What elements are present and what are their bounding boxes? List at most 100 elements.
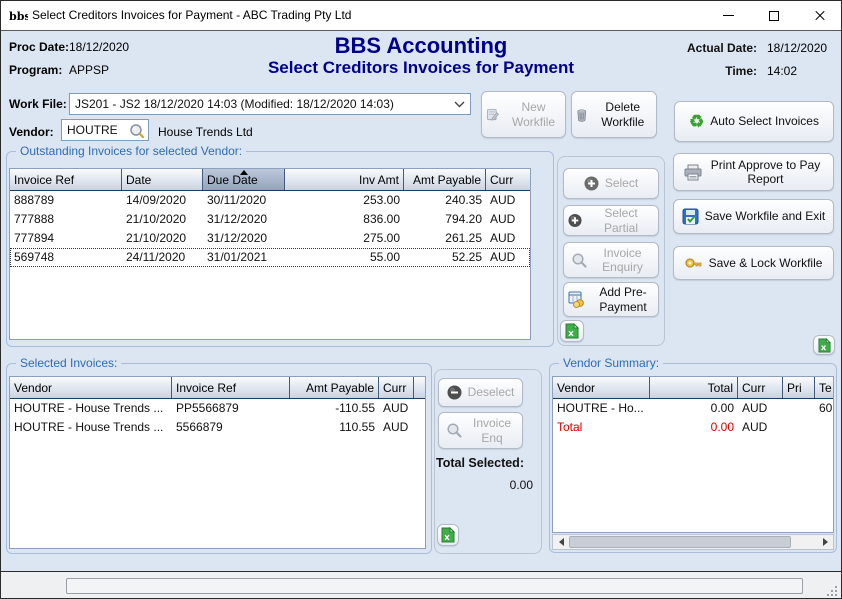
actual-date-value: 18/12/2020 (767, 41, 827, 55)
actual-date-label: Actual Date: (651, 41, 757, 55)
scroll-right-arrow-icon[interactable] (817, 535, 833, 549)
workfile-combobox[interactable]: JS201 - JS2 18/12/2020 14:03 (Modified: … (69, 93, 471, 115)
cell-due: 30/11/2020 (203, 191, 285, 210)
auto-select-invoices-label: Auto Select Invoices (710, 114, 819, 128)
cell-curr: AUD (379, 399, 414, 418)
cell-ref: 777888 (10, 210, 122, 229)
cell-curr: AUD (486, 229, 531, 248)
vendor-code-input[interactable]: HOUTRE (61, 119, 149, 141)
title-bar[interactable]: bbs Select Creditors Invoices for Paymen… (1, 1, 841, 31)
status-bar (1, 572, 841, 599)
resize-grip[interactable] (826, 585, 838, 597)
vendor-summary-header: Vendor Total Curr Pri Te (553, 377, 833, 399)
vendor-summary-body: HOUTRE - Ho...0.00AUD60Total0.00AUD (553, 399, 833, 437)
invoice-enq-button[interactable]: Invoice Enq (438, 412, 523, 449)
cell-amt: 275.00 (285, 229, 404, 248)
selected-table-body: HOUTRE - House Trends ...PP5566879-110.5… (10, 399, 425, 437)
save-workfile-exit-label: Save Workfile and Exit (705, 209, 826, 223)
pre-payment-icon (568, 291, 586, 308)
column-header-curr[interactable]: Curr (738, 377, 783, 398)
auto-select-invoices-button[interactable]: ♻ Auto Select Invoices (674, 101, 834, 142)
maximize-button[interactable] (751, 1, 797, 30)
cell-amt: 836.00 (285, 210, 404, 229)
save-workfile-exit-button[interactable]: Save Workfile and Exit (673, 199, 834, 234)
delete-workfile-button[interactable]: Delete Workfile (571, 91, 657, 138)
column-header-invoice-ref[interactable]: Invoice Ref (10, 169, 122, 190)
cell-ref: PP5566879 (172, 399, 290, 418)
column-header-invoice-ref[interactable]: Invoice Ref (172, 377, 290, 398)
new-workfile-button[interactable]: New Workfile (481, 91, 566, 138)
table-row[interactable]: HOUTRE - House Trends ...5566879110.55AU… (10, 418, 425, 437)
delete-workfile-label: Delete Workfile (594, 100, 652, 129)
cell-curr: AUD (738, 418, 783, 437)
table-row[interactable]: 88878914/09/202030/11/2020253.00240.35AU… (10, 191, 530, 210)
delete-workfile-icon (576, 106, 588, 124)
cell-total: 0.00 (650, 418, 738, 437)
cell-te: 60 (815, 399, 833, 418)
scroll-left-arrow-icon[interactable] (553, 535, 569, 549)
column-header-curr[interactable]: Curr (486, 169, 531, 190)
vendor-label: Vendor: (9, 125, 54, 139)
cell-amt: 253.00 (285, 191, 404, 210)
export-excel-button[interactable] (560, 320, 584, 342)
cell-vendor: Total (553, 418, 650, 437)
select-partial-button[interactable]: Select Partial (563, 205, 659, 236)
export-excel-button[interactable] (437, 524, 459, 546)
table-row[interactable]: 77789421/10/202031/12/2020275.00261.25AU… (10, 229, 530, 248)
cell-te (815, 418, 833, 437)
total-selected-label: Total Selected: (436, 456, 524, 470)
table-row[interactable]: 77788821/10/202031/12/2020836.00794.20AU… (10, 210, 530, 229)
select-label: Select (605, 176, 638, 190)
cell-curr: AUD (486, 210, 531, 229)
scrollbar-thumb[interactable] (569, 536, 791, 548)
table-row[interactable]: HOUTRE - House Trends ...PP5566879-110.5… (10, 399, 425, 418)
plus-circle-icon (568, 213, 582, 228)
minimize-button[interactable] (705, 1, 751, 30)
column-header-amt-payable[interactable]: Amt Payable (290, 377, 379, 398)
cell-payable: 794.20 (404, 210, 486, 229)
cell-date: 21/10/2020 (122, 229, 203, 248)
close-button[interactable] (797, 1, 842, 30)
column-header-date[interactable]: Date (122, 169, 203, 190)
print-approve-report-button[interactable]: Print Approve to Pay Report (673, 153, 834, 191)
cell-payable: 52.25 (404, 248, 486, 267)
cell-payable: -110.55 (290, 399, 379, 418)
invoice-enquiry-button[interactable]: Invoice Enquiry (563, 242, 659, 278)
cell-date: 14/09/2020 (122, 191, 203, 210)
excel-icon (441, 527, 455, 543)
column-header-vendor[interactable]: Vendor (10, 377, 172, 398)
table-row[interactable]: HOUTRE - Ho...0.00AUD60 (553, 399, 833, 418)
selected-table-header: Vendor Invoice Ref Amt Payable Curr (10, 377, 425, 399)
cell-curr: AUD (486, 248, 531, 267)
vendor-search-icon[interactable] (128, 122, 146, 140)
excel-icon (818, 338, 831, 353)
column-header-curr[interactable]: Curr (379, 377, 414, 398)
save-lock-workfile-button[interactable]: Save & Lock Workfile (673, 246, 834, 280)
new-workfile-label: New Workfile (506, 100, 561, 129)
add-pre-payment-button[interactable]: Add Pre-Payment (563, 282, 659, 317)
column-header-vendor[interactable]: Vendor (553, 377, 650, 398)
table-row[interactable]: Total0.00AUD (553, 418, 833, 437)
vendor-summary-hscrollbar[interactable] (552, 534, 834, 550)
column-header-due-date[interactable]: Due Date (203, 169, 285, 190)
print-approve-report-label: Print Approve to Pay Report (708, 158, 824, 187)
save-lock-workfile-label: Save & Lock Workfile (709, 256, 823, 270)
vendor-summary-title: Vendor Summary: (559, 356, 663, 370)
deselect-button[interactable]: Deselect (438, 378, 523, 407)
status-message-panel (66, 578, 803, 594)
cell-pri (783, 399, 815, 418)
cell-payable: 110.55 (290, 418, 379, 437)
close-icon (814, 10, 826, 22)
export-excel-button[interactable] (813, 335, 835, 355)
table-row[interactable]: 56974824/11/202031/01/202155.0052.25AUD (10, 248, 530, 267)
select-button[interactable]: Select (563, 168, 659, 199)
cell-vendor: HOUTRE - Ho... (553, 399, 650, 418)
column-header-inv-amt[interactable]: Inv Amt (285, 169, 404, 190)
column-header-amt-payable[interactable]: Amt Payable (404, 169, 486, 190)
deselect-label: Deselect (468, 385, 515, 399)
outstanding-invoices-table: Invoice Ref Date Due Date Inv Amt Amt Pa… (9, 168, 531, 340)
cell-amt: 55.00 (285, 248, 404, 267)
column-header-terms[interactable]: Te (815, 377, 833, 398)
column-header-total[interactable]: Total (650, 377, 738, 398)
column-header-pri[interactable]: Pri (783, 377, 815, 398)
